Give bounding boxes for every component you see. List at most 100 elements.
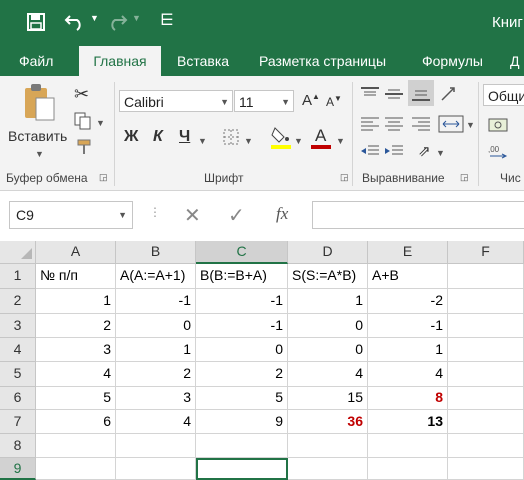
fill-color-icon[interactable] bbox=[270, 124, 292, 153]
select-all-corner[interactable] bbox=[0, 241, 36, 264]
cell-c3[interactable]: -1 bbox=[196, 314, 288, 338]
column-header-f[interactable]: F bbox=[448, 241, 524, 264]
tab-formulas[interactable]: Формулы bbox=[422, 46, 483, 76]
cell-f3[interactable] bbox=[448, 314, 524, 338]
cell-d8[interactable] bbox=[288, 434, 368, 458]
cell-f7[interactable] bbox=[448, 410, 524, 434]
row-header-1[interactable]: 1 bbox=[0, 264, 36, 289]
orientation-dropdown-icon[interactable]: ▼ bbox=[436, 148, 445, 158]
cell-c7[interactable]: 9 bbox=[196, 410, 288, 434]
cell-d7[interactable]: 36 bbox=[288, 410, 368, 434]
redo-dropdown-icon[interactable]: ▼ bbox=[132, 13, 141, 23]
cell-a7[interactable]: 6 bbox=[36, 410, 116, 434]
font-size-select[interactable]: 11 ▼ bbox=[234, 90, 294, 112]
cancel-icon[interactable]: ✕ bbox=[184, 203, 201, 228]
cell-a3[interactable]: 2 bbox=[36, 314, 116, 338]
cell-d9[interactable] bbox=[288, 458, 368, 480]
cell-d1[interactable]: S(S:=A*B) bbox=[288, 264, 368, 289]
cell-a2[interactable]: 1 bbox=[36, 289, 116, 314]
underline-dropdown-icon[interactable]: ▼ bbox=[198, 136, 207, 146]
decrease-indent-icon[interactable] bbox=[360, 144, 380, 163]
borders-dropdown-icon[interactable]: ▼ bbox=[244, 136, 253, 146]
row-header-5[interactable]: 5 bbox=[0, 362, 36, 387]
copy-icon[interactable] bbox=[74, 112, 92, 133]
cell-e6[interactable]: 8 bbox=[368, 387, 448, 410]
orientation-icon[interactable] bbox=[440, 86, 460, 105]
cell-e3[interactable]: -1 bbox=[368, 314, 448, 338]
cell-d3[interactable]: 0 bbox=[288, 314, 368, 338]
cell-b8[interactable] bbox=[116, 434, 196, 458]
tab-home[interactable]: Главная bbox=[79, 46, 161, 76]
cell-f5[interactable] bbox=[448, 362, 524, 387]
row-header-4[interactable]: 4 bbox=[0, 338, 36, 362]
cell-e8[interactable] bbox=[368, 434, 448, 458]
cell-c4[interactable]: 0 bbox=[196, 338, 288, 362]
paste-button[interactable]: Вставить bbox=[8, 128, 67, 144]
paste-icon[interactable] bbox=[22, 82, 56, 125]
clipboard-launcher-icon[interactable]: ◲ bbox=[99, 172, 108, 183]
align-left-icon[interactable] bbox=[360, 116, 380, 135]
cell-f6[interactable] bbox=[448, 387, 524, 410]
cell-a1[interactable]: № п/п bbox=[36, 264, 116, 289]
cell-f4[interactable] bbox=[448, 338, 524, 362]
cell-c6[interactable]: 5 bbox=[196, 387, 288, 410]
cell-d5[interactable]: 4 bbox=[288, 362, 368, 387]
cut-icon[interactable]: ✂ bbox=[74, 84, 89, 105]
cell-b3[interactable]: 0 bbox=[116, 314, 196, 338]
cell-b6[interactable]: 3 bbox=[116, 387, 196, 410]
row-header-6[interactable]: 6 bbox=[0, 387, 36, 410]
cell-d4[interactable]: 0 bbox=[288, 338, 368, 362]
font-color-dropdown-icon[interactable]: ▼ bbox=[336, 136, 345, 146]
insert-function-button[interactable]: fx bbox=[276, 204, 288, 224]
cell-e9[interactable] bbox=[368, 458, 448, 480]
cell-a8[interactable] bbox=[36, 434, 116, 458]
cell-f2[interactable] bbox=[448, 289, 524, 314]
increase-font-icon[interactable]: A▲ bbox=[302, 92, 320, 109]
cell-f1[interactable] bbox=[448, 264, 524, 289]
row-header-2[interactable]: 2 bbox=[0, 289, 36, 314]
cell-d2[interactable]: 1 bbox=[288, 289, 368, 314]
save-icon[interactable] bbox=[26, 12, 46, 37]
merge-center-icon[interactable] bbox=[438, 114, 464, 137]
fill-color-dropdown-icon[interactable]: ▼ bbox=[294, 136, 303, 146]
enter-icon[interactable]: ✓ bbox=[228, 203, 245, 228]
row-header-8[interactable]: 8 bbox=[0, 434, 36, 458]
number-format-select[interactable]: Общи bbox=[483, 84, 524, 106]
column-header-b[interactable]: B bbox=[116, 241, 196, 264]
formula-input[interactable] bbox=[312, 201, 524, 229]
paste-dropdown-icon[interactable]: ▼ bbox=[35, 149, 44, 159]
name-box[interactable]: C9 ▼ bbox=[9, 201, 133, 229]
cell-b2[interactable]: -1 bbox=[116, 289, 196, 314]
cell-a9[interactable] bbox=[36, 458, 116, 480]
currency-format-icon[interactable] bbox=[488, 116, 510, 137]
redo-icon[interactable] bbox=[106, 11, 128, 36]
align-top-icon[interactable] bbox=[360, 86, 380, 105]
increase-indent-icon[interactable] bbox=[384, 144, 404, 163]
italic-button[interactable]: К bbox=[153, 128, 163, 146]
column-header-a[interactable]: A bbox=[36, 241, 116, 264]
copy-dropdown-icon[interactable]: ▼ bbox=[96, 118, 105, 128]
align-bottom-icon[interactable] bbox=[408, 80, 434, 106]
font-name-select[interactable]: Calibri ▼ bbox=[119, 90, 233, 112]
cell-b1[interactable]: A(A:=A+1) bbox=[116, 264, 196, 289]
merge-dropdown-icon[interactable]: ▼ bbox=[466, 120, 475, 130]
cell-b9[interactable] bbox=[116, 458, 196, 480]
align-right-icon[interactable] bbox=[411, 116, 431, 135]
font-launcher-icon[interactable]: ◲ bbox=[340, 172, 349, 183]
decimal-icon[interactable]: ,00 bbox=[488, 144, 510, 165]
cell-b7[interactable]: 4 bbox=[116, 410, 196, 434]
align-middle-icon[interactable] bbox=[384, 86, 404, 105]
undo-icon[interactable] bbox=[64, 11, 86, 36]
cell-e1[interactable]: A+B bbox=[368, 264, 448, 289]
cell-d6[interactable]: 15 bbox=[288, 387, 368, 410]
chevron-down-icon[interactable]: ▼ bbox=[118, 210, 127, 220]
cell-f8[interactable] bbox=[448, 434, 524, 458]
font-color-icon[interactable]: A bbox=[310, 124, 332, 153]
tab-insert[interactable]: Вставка bbox=[177, 46, 229, 76]
row-header-3[interactable]: 3 bbox=[0, 314, 36, 338]
row-header-9[interactable]: 9 bbox=[0, 458, 36, 480]
cell-e4[interactable]: 1 bbox=[368, 338, 448, 362]
column-header-c[interactable]: C bbox=[196, 241, 288, 264]
alignment-launcher-icon[interactable]: ◲ bbox=[460, 172, 469, 183]
active-cell-c9[interactable] bbox=[196, 458, 288, 480]
